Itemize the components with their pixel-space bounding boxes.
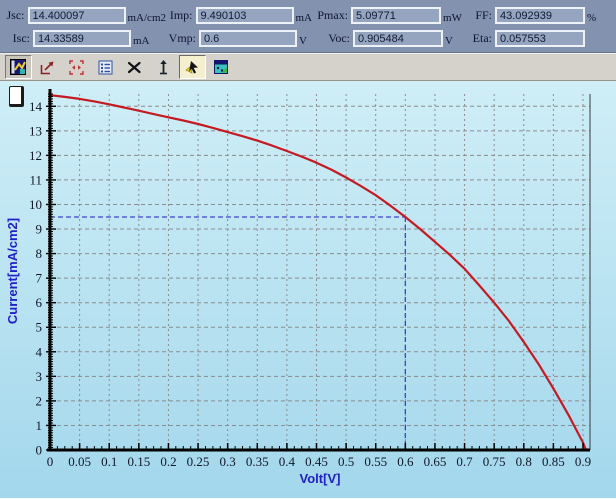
vmp-row: Vmp: 0.6 V: [166, 27, 312, 50]
svg-text:8: 8: [36, 246, 43, 261]
svg-text:0.75: 0.75: [483, 454, 506, 469]
svg-text:13: 13: [29, 123, 42, 138]
svg-text:0.1: 0.1: [101, 454, 117, 469]
svg-text:4: 4: [36, 344, 43, 359]
isc-row: Isc: 14.33589 mA: [4, 27, 166, 50]
svg-text:9: 9: [36, 222, 43, 237]
svg-text:3: 3: [36, 369, 43, 384]
vmp-unit: V: [299, 35, 307, 50]
jsc-field[interactable]: 14.400097: [28, 7, 126, 24]
svg-text:11: 11: [29, 172, 42, 187]
svg-text:0.45: 0.45: [305, 454, 328, 469]
voc-field[interactable]: 0.905484: [353, 30, 443, 47]
zoom-region-icon: [68, 59, 85, 76]
svg-text:0.35: 0.35: [246, 454, 269, 469]
svg-text:0.4: 0.4: [279, 454, 296, 469]
zoom-extents-button[interactable]: [34, 55, 61, 79]
imp-unit: mA: [296, 12, 313, 27]
delete-x-icon: [126, 59, 143, 76]
voc-label: Voc:: [312, 31, 350, 46]
eta-field[interactable]: 0.057553: [495, 30, 585, 47]
svg-text:12: 12: [29, 148, 42, 163]
jsc-unit: mA/cm2: [128, 12, 167, 27]
jsc-row: Jsc: 14.400097 mA/cm2: [4, 4, 166, 27]
voc-unit: V: [445, 35, 453, 50]
svg-text:0.2: 0.2: [160, 454, 176, 469]
svg-text:6: 6: [36, 295, 43, 310]
svg-text:Current[mA/cm2]: Current[mA/cm2]: [5, 218, 20, 324]
imp-row: Imp: 9.490103 mA: [166, 4, 312, 27]
isc-unit: mA: [133, 35, 150, 50]
chart-options-icon: [213, 59, 230, 76]
panel-group-4: FF: 43.092939 % Eta: 0.057553: [462, 4, 614, 52]
svg-text:5: 5: [36, 320, 43, 335]
panel-group-3: Pmax: 5.09771 mW Voc: 0.905484 V: [312, 4, 462, 52]
voc-row: Voc: 0.905484 V: [312, 27, 462, 50]
svg-text:0.7: 0.7: [456, 454, 473, 469]
ff-row: FF: 43.092939 %: [462, 4, 614, 27]
vmp-field[interactable]: 0.6: [199, 30, 297, 47]
svg-text:0.3: 0.3: [220, 454, 236, 469]
chart-options-button[interactable]: [208, 55, 235, 79]
isc-label: Isc:: [4, 31, 30, 46]
pmax-row: Pmax: 5.09771 mW: [312, 4, 462, 27]
zoom-extents-icon: [39, 59, 56, 76]
eta-row: Eta: 0.057553: [462, 27, 614, 50]
eta-label: Eta:: [462, 31, 492, 46]
svg-text:0.25: 0.25: [187, 454, 210, 469]
svg-text:0.05: 0.05: [68, 454, 91, 469]
pmax-unit: mW: [443, 12, 462, 27]
cursor-line-icon: [155, 59, 172, 76]
svg-text:14: 14: [29, 99, 43, 114]
svg-text:10: 10: [29, 197, 42, 212]
pmax-label: Pmax:: [312, 8, 348, 23]
svg-text:0.9: 0.9: [575, 454, 591, 469]
imp-label: Imp:: [166, 8, 193, 23]
zoom-region-button[interactable]: [63, 55, 90, 79]
svg-text:0.85: 0.85: [542, 454, 565, 469]
panel-group-2: Imp: 9.490103 mA Vmp: 0.6 V: [166, 4, 312, 52]
svg-text:0.55: 0.55: [364, 454, 387, 469]
svg-text:0.6: 0.6: [397, 454, 414, 469]
ff-field[interactable]: 43.092939: [495, 7, 585, 24]
iv-measurement-app: Jsc: 14.400097 mA/cm2 Isc: 14.33589 mA I…: [0, 0, 616, 499]
cursor-line-button[interactable]: [150, 55, 177, 79]
svg-text:0.15: 0.15: [127, 454, 150, 469]
pointer-tool-button[interactable]: [179, 55, 206, 79]
jsc-label: Jsc:: [4, 8, 25, 23]
data-list-icon: [97, 59, 114, 76]
svg-text:0: 0: [47, 454, 54, 469]
results-panel: Jsc: 14.400097 mA/cm2 Isc: 14.33589 mA I…: [0, 0, 616, 53]
svg-text:0.8: 0.8: [516, 454, 532, 469]
data-list-button[interactable]: [92, 55, 119, 79]
imp-field[interactable]: 9.490103: [196, 7, 294, 24]
pmax-field[interactable]: 5.09771: [351, 7, 441, 24]
delete-x-button[interactable]: [121, 55, 148, 79]
svg-text:1: 1: [36, 418, 43, 433]
iv-plot: 0 0.05 0.1 0.15 0.2 0.25 0.3 0.35 0.4 0.45 0.5 0.55…: [0, 81, 616, 498]
svg-text:Volt[V]: Volt[V]: [300, 471, 341, 486]
ff-unit: %: [587, 12, 596, 27]
vmp-label: Vmp:: [166, 31, 196, 46]
svg-text:7: 7: [36, 271, 43, 286]
graph-display-button[interactable]: [5, 55, 32, 79]
svg-text:0.65: 0.65: [424, 454, 447, 469]
panel-group-1: Jsc: 14.400097 mA/cm2 Isc: 14.33589 mA: [4, 4, 166, 52]
svg-text:2: 2: [36, 393, 43, 408]
svg-text:0: 0: [36, 443, 43, 458]
chart-area[interactable]: 0 0.05 0.1 0.15 0.2 0.25 0.3 0.35 0.4 0.45 0.5 0.55…: [0, 81, 616, 498]
isc-field[interactable]: 14.33589: [33, 30, 131, 47]
graph-display-icon: [10, 59, 27, 76]
ff-label: FF:: [462, 8, 492, 23]
toolbar: [0, 53, 616, 81]
svg-text:0.5: 0.5: [338, 454, 354, 469]
pointer-tool-icon: [184, 59, 201, 76]
